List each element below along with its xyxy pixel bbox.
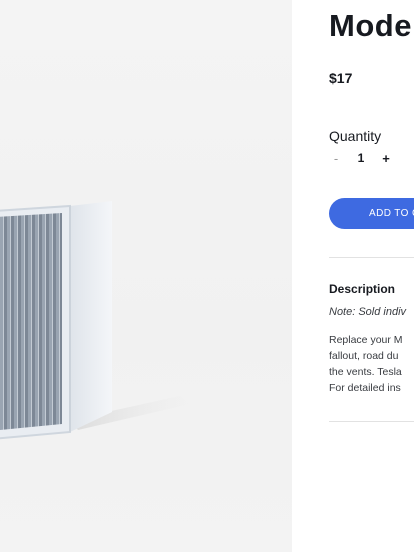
product-image-gallery[interactable] (0, 0, 292, 552)
description-line: For detailed ins (329, 382, 401, 394)
quantity-stepper: - 1 + (329, 150, 393, 166)
description-body: Replace your M fallout, road du the vent… (329, 332, 403, 396)
product-details-panel: Mode $17 Quantity - 1 + ADD TO C Descrip… (329, 0, 414, 552)
add-to-cart-button[interactable]: ADD TO C (329, 198, 414, 229)
cabin-air-filter-image (0, 201, 190, 440)
quantity-label: Quantity (329, 128, 382, 144)
description-line: Replace your M (329, 334, 403, 346)
description-line: the vents. Tesla (329, 366, 402, 378)
product-price: $17 (329, 70, 353, 86)
description-note: Note: Sold indiv (329, 306, 407, 318)
product-title: Mode (329, 8, 412, 43)
description-line: fallout, road du (329, 350, 399, 362)
description-heading: Description (329, 282, 396, 296)
increment-button[interactable]: + (379, 151, 393, 166)
divider (329, 421, 414, 422)
divider (329, 257, 414, 258)
quantity-value[interactable]: 1 (349, 151, 373, 165)
decrement-button[interactable]: - (329, 151, 343, 166)
